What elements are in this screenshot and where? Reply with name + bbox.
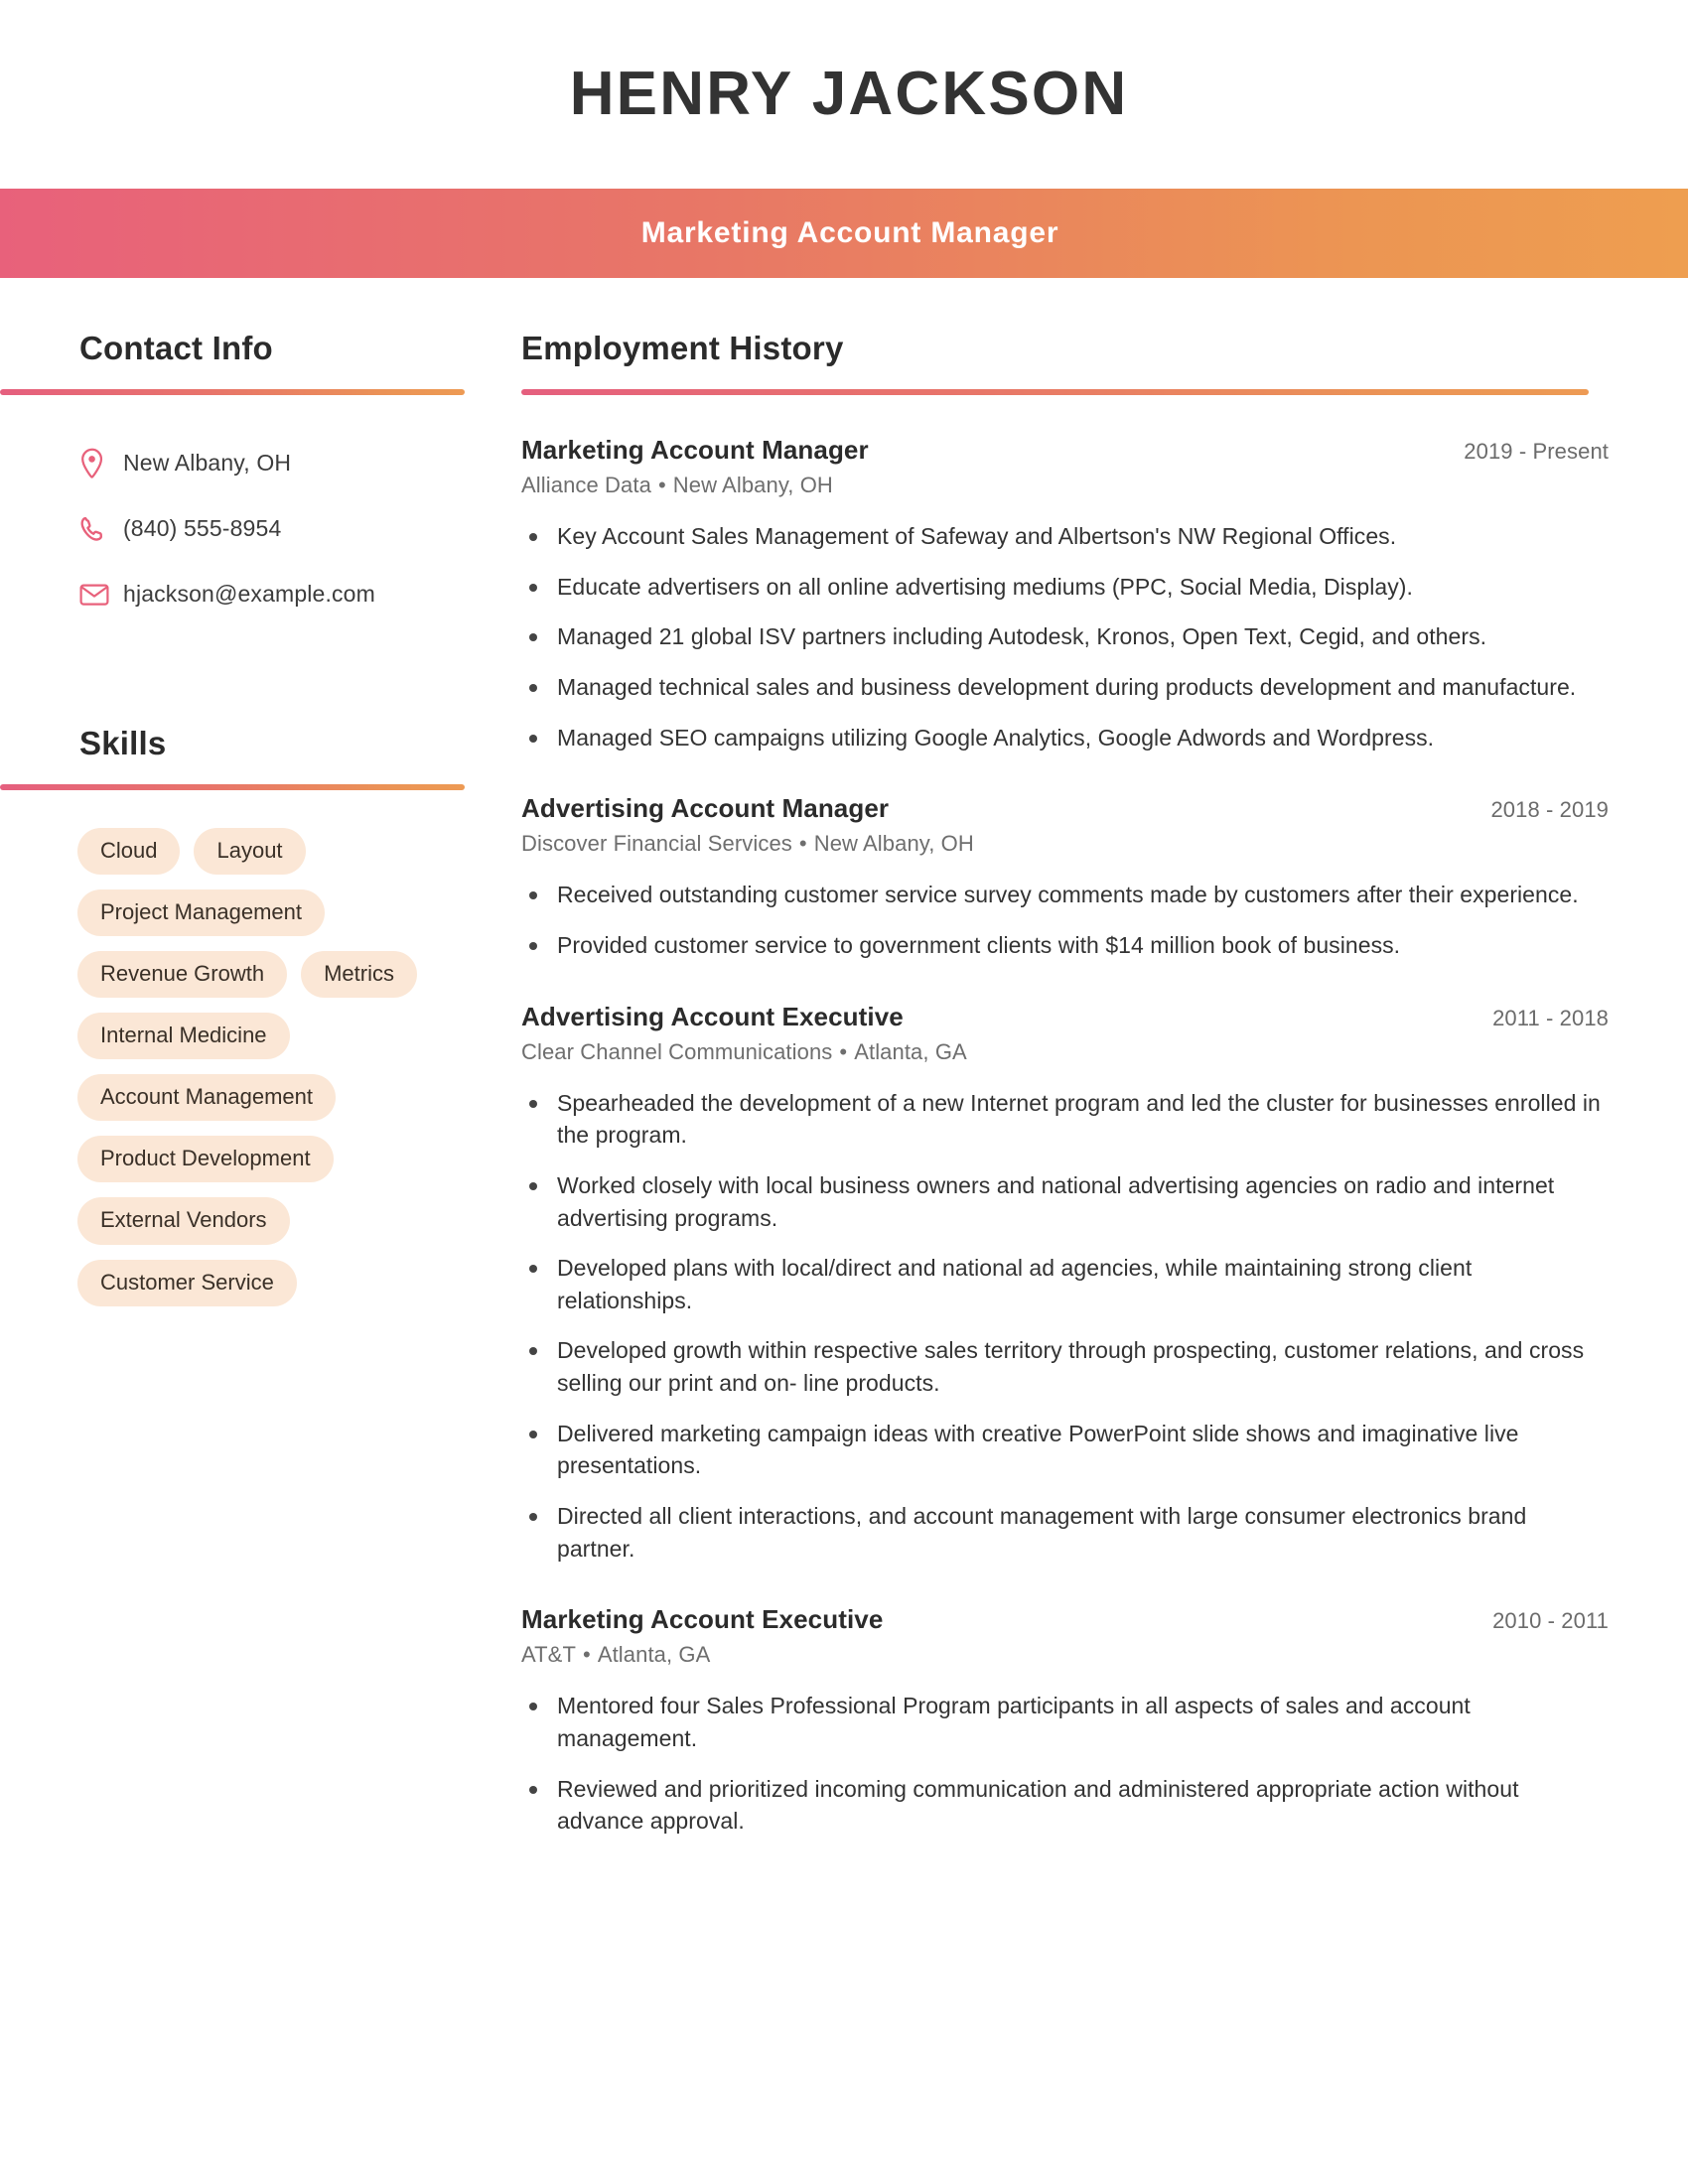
job-bullet: Mentored four Sales Professional Program… (521, 1690, 1609, 1754)
skill-pill: Metrics (301, 951, 417, 999)
job-role: Advertising Account Manager (521, 793, 890, 824)
skill-pill: Layout (194, 827, 306, 875)
skill-pill: Account Management (77, 1074, 337, 1122)
job-company: AT&T (521, 1642, 576, 1668)
job-bullet: Managed 21 global ISV partners including… (521, 620, 1609, 653)
contact-item-phone: (840) 555-8954 (79, 496, 496, 562)
job-bullet: Reviewed and prioritized incoming commun… (521, 1773, 1609, 1838)
job-role: Marketing Account Manager (521, 434, 869, 465)
job-dates: 2019 - Present (1464, 438, 1609, 464)
resume-body: Contact Info New Albany, OH (840) 555-89… (0, 278, 1688, 1855)
skill-pill: Cloud (77, 827, 181, 875)
contact-info-heading: Contact Info (79, 330, 273, 366)
employment-list: Marketing Account Manager 2019 - Present A… (521, 435, 1609, 1838)
contact-list: New Albany, OH (840) 555-8954 hjackson@e… (0, 431, 496, 627)
job-dates: 2018 - 2019 (1490, 797, 1609, 823)
job-role: Advertising Account Executive (521, 1001, 904, 1031)
envelope-icon (79, 583, 123, 607)
employment-entry: Marketing Account Executive 2010 - 2011 AT… (521, 1604, 1609, 1838)
skills-divider (0, 783, 465, 790)
job-location: New Albany, OH (672, 472, 833, 497)
job-bullet: Managed SEO campaigns utilizing Google A… (521, 722, 1609, 754)
job-bullet: Directed all client interactions, and ac… (521, 1500, 1609, 1565)
job-location: Atlanta, GA (597, 1642, 711, 1668)
meta-separator-dot: • (798, 831, 807, 857)
job-meta: Discover Financial Services • New Albany, … (521, 831, 1609, 857)
contact-location-text: New Albany, OH (123, 450, 292, 477)
skill-pill: Project Management (77, 888, 325, 937)
phone-icon (79, 515, 123, 543)
meta-separator-dot: • (583, 1642, 591, 1668)
job-location: New Albany, OH (813, 831, 974, 857)
job-bullet-list: Mentored four Sales Professional Program… (521, 1690, 1609, 1838)
job-company: Alliance Data (521, 472, 651, 497)
employment-history-heading: Employment History (521, 330, 844, 366)
contact-item-email: hjackson@example.com (79, 562, 496, 627)
job-bullet: Provided customer service to government … (521, 929, 1609, 962)
job-bullet: Spearheaded the development of a new Int… (521, 1087, 1609, 1152)
job-dates: 2011 - 2018 (1492, 1005, 1609, 1030)
job-bullet: Managed technical sales and business dev… (521, 671, 1609, 704)
header-job-title: Marketing Account Manager (640, 216, 1059, 249)
skill-pill: Customer Service (77, 1259, 297, 1306)
contact-info-section: Contact Info New Albany, OH (840) 555-89… (0, 330, 496, 627)
header-title-band: Marketing Account Manager (0, 189, 1688, 278)
sidebar: Contact Info New Albany, OH (840) 555-89… (0, 330, 496, 1306)
skills-heading: Skills (79, 724, 167, 761)
job-location: Atlanta, GA (854, 1038, 967, 1064)
employment-entry: Advertising Account Executive 2011 - 2018… (521, 1002, 1609, 1566)
employment-entry-spacer (521, 1582, 1609, 1604)
job-meta: Clear Channel Communications • Atlanta, GA (521, 1039, 1609, 1065)
contact-info-divider (0, 388, 465, 395)
job-bullet: Key Account Sales Management of Safeway … (521, 520, 1609, 553)
employment-entry-header: Advertising Account Manager 2018 - 2019 (521, 793, 1609, 824)
job-bullet: Worked closely with local business owner… (521, 1169, 1609, 1234)
employment-entry: Marketing Account Manager 2019 - Present A… (521, 435, 1609, 753)
skills-section: Skills Cloud Layout Project Management Reve… (0, 725, 496, 1306)
job-dates: 2010 - 2011 (1492, 1608, 1609, 1634)
contact-item-location: New Albany, OH (79, 431, 496, 496)
skill-pill: Revenue Growth (77, 951, 288, 999)
resume-page: HENRY JACKSON Marketing Account Manager … (0, 0, 1688, 2184)
job-bullet: Received outstanding customer service su… (521, 879, 1609, 911)
employment-entry-header: Advertising Account Executive 2011 - 2018 (521, 1002, 1609, 1032)
employment-entry-spacer (521, 980, 1609, 1002)
location-pin-icon (79, 448, 123, 479)
job-bullet-list: Received outstanding customer service su… (521, 879, 1609, 961)
header-name-band: HENRY JACKSON (0, 0, 1688, 189)
job-meta: AT&T • Atlanta, GA (521, 1642, 1609, 1668)
skills-list: Cloud Layout Project Management Revenue Gro… (0, 827, 417, 1306)
main-column: Employment History Marketing Account Man… (496, 330, 1688, 1855)
skill-pill: Internal Medicine (77, 1013, 290, 1060)
skill-pill: External Vendors (77, 1197, 290, 1245)
job-company: Clear Channel Communications (521, 1038, 833, 1064)
employment-history-section: Employment History Marketing Account Man… (521, 330, 1609, 1838)
job-bullet: Educate advertisers on all online advert… (521, 571, 1609, 604)
job-company: Discover Financial Services (521, 831, 792, 857)
job-bullet: Developed growth within respective sales… (521, 1334, 1609, 1399)
job-bullet-list: Key Account Sales Management of Safeway … (521, 520, 1609, 753)
employment-entry-header: Marketing Account Manager 2019 - Present (521, 435, 1609, 466)
meta-separator-dot: • (657, 472, 666, 497)
employment-history-divider (521, 388, 1589, 395)
contact-phone-text: (840) 555-8954 (123, 515, 282, 542)
employment-entry-spacer (521, 771, 1609, 793)
job-bullet: Delivered marketing campaign ideas with … (521, 1418, 1609, 1482)
job-meta: Alliance Data • New Albany, OH (521, 473, 1609, 498)
meta-separator-dot: • (839, 1038, 848, 1064)
employment-entry: Advertising Account Manager 2018 - 2019 Di… (521, 793, 1609, 961)
skill-pill: Product Development (77, 1136, 334, 1183)
employment-entry-header: Marketing Account Executive 2010 - 2011 (521, 1604, 1609, 1635)
job-bullet: Developed plans with local/direct and na… (521, 1252, 1609, 1316)
contact-email-text: hjackson@example.com (123, 581, 375, 608)
job-bullet-list: Spearheaded the development of a new Int… (521, 1087, 1609, 1566)
job-role: Marketing Account Executive (521, 1604, 884, 1635)
page-title: HENRY JACKSON (569, 60, 1129, 128)
